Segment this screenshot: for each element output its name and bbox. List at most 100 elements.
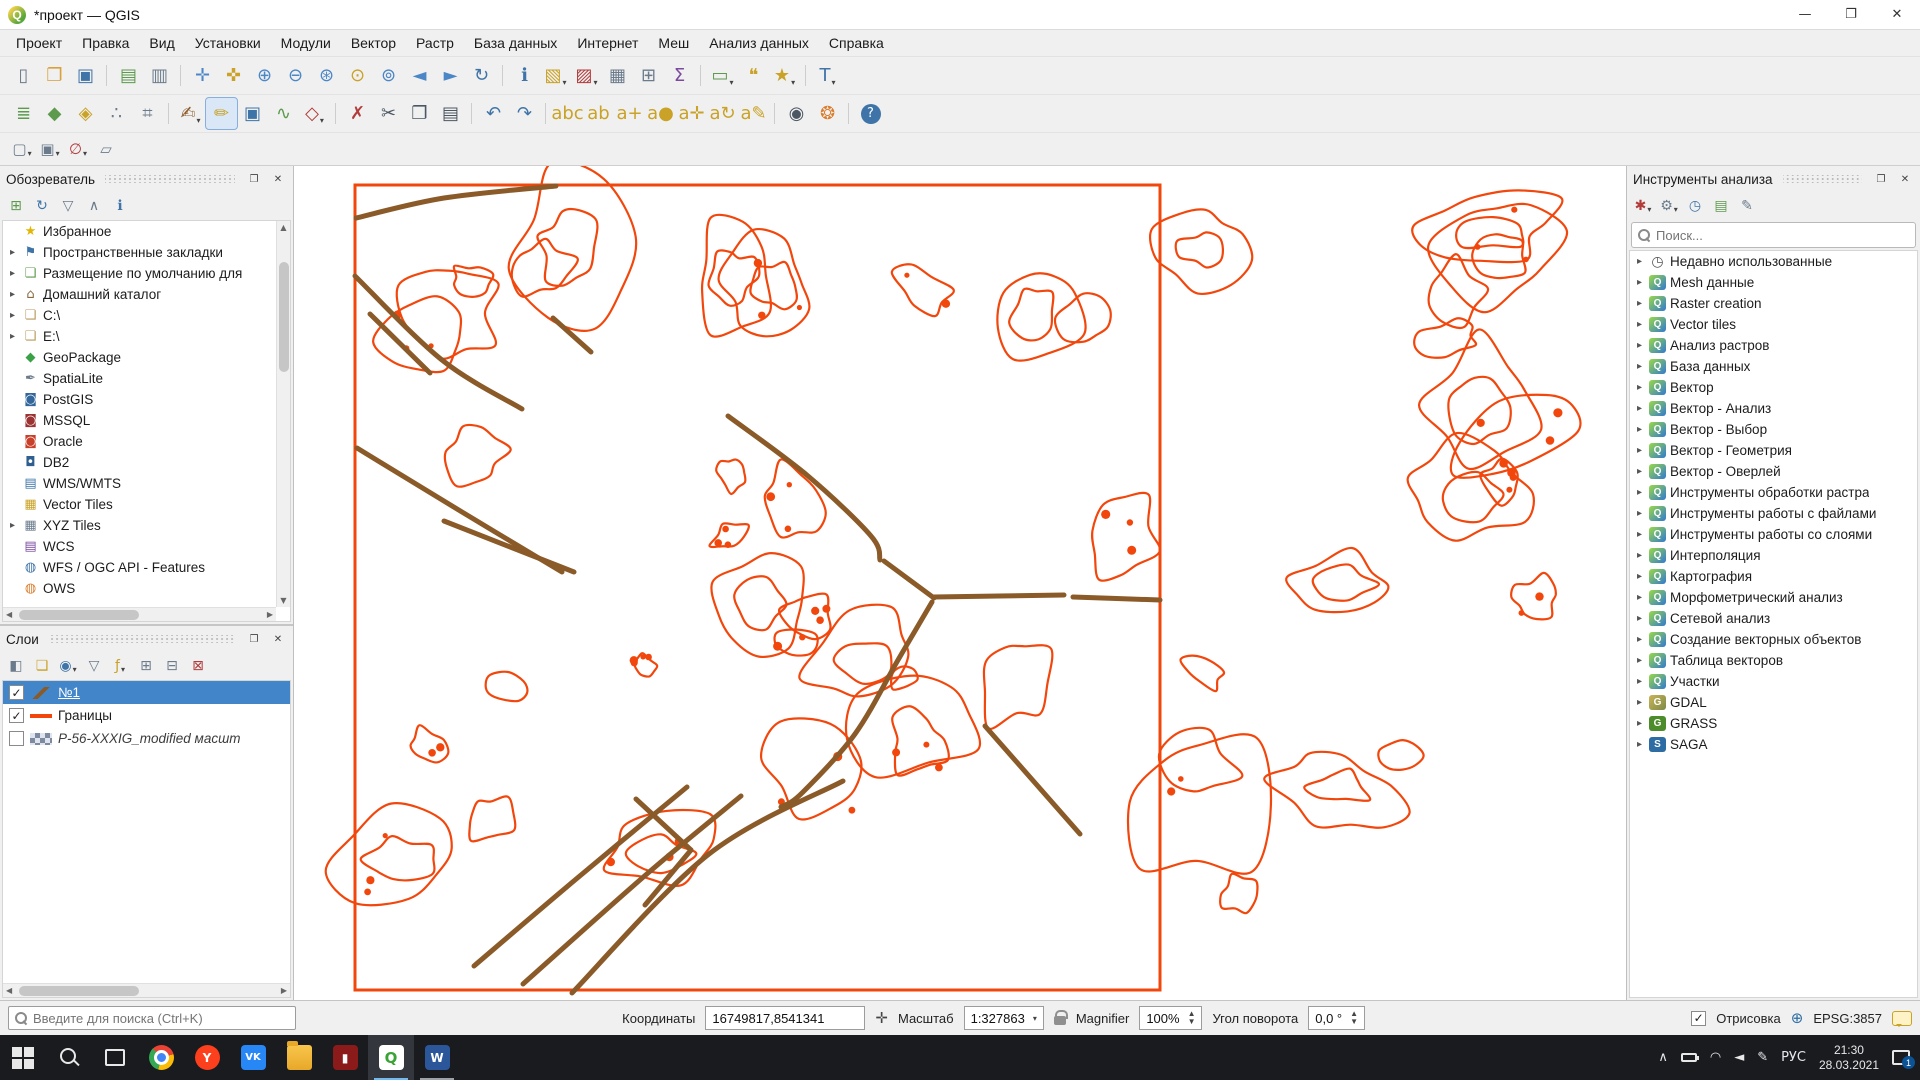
cut-features-button[interactable]: ✂: [373, 98, 404, 129]
pan-to-selection-button[interactable]: ✜: [218, 60, 249, 91]
toolbox-item-vector-selection[interactable]: ▸ Q Вектор - Выбор: [1630, 419, 1917, 440]
browser-item-spatialite[interactable]: ▸ ✒ SpatiaLite: [3, 368, 276, 389]
toolbox-item-grass[interactable]: ▸ G GRASS: [1630, 713, 1917, 734]
remove-layer-button[interactable]: ⊠: [186, 654, 210, 678]
new-geopackage-layer-button[interactable]: ◆: [39, 98, 70, 129]
browser-item-spatial-bookmarks[interactable]: ▸ ⚑ Пространственные закладки: [3, 242, 276, 263]
identify-features-button[interactable]: ℹ: [509, 60, 540, 91]
layers-horizontal-scrollbar[interactable]: ◀ ▶: [3, 983, 290, 997]
refresh-map-button[interactable]: ↻: [466, 60, 497, 91]
scale-combobox[interactable]: 1:327863 ▾: [964, 1006, 1044, 1030]
toolbox-item-vector-tiles[interactable]: ▸ Q Vector tiles: [1630, 314, 1917, 335]
menu-raster[interactable]: Растр: [406, 30, 464, 56]
toolbox-item-raster-analysis[interactable]: ▸ Q Анализ растров: [1630, 335, 1917, 356]
browser-item-favorites[interactable]: ▸ ★ Избранное: [3, 221, 276, 242]
new-print-layout-button[interactable]: ▤: [113, 60, 144, 91]
toolbox-item-vector-creation[interactable]: ▸ Q Создание векторных объектов: [1630, 629, 1917, 650]
browser-item-project-home[interactable]: ▸ ❏ Размещение по умолчанию для: [3, 263, 276, 284]
browser-item-oracle[interactable]: ▸ ◙ Oracle: [3, 431, 276, 452]
chevron-down-icon[interactable]: ▾: [1033, 1014, 1037, 1023]
taskbar-redapp-button[interactable]: ▮: [322, 1035, 368, 1080]
browser-close-button[interactable]: ✕: [269, 170, 287, 188]
menu-help[interactable]: Справка: [819, 30, 894, 56]
new-map-view-button[interactable]: ▱: [92, 136, 120, 162]
browser-item-wcs[interactable]: ▸ ▤ WCS: [3, 536, 276, 557]
expand-arrow-icon[interactable]: ▸: [1634, 550, 1645, 561]
toolbox-item-interpolation[interactable]: ▸ Q Интерполяция: [1630, 545, 1917, 566]
maximize-button[interactable]: ❐: [1828, 0, 1874, 29]
browser-properties-button[interactable]: ℹ: [108, 194, 132, 218]
toggle-editing-button[interactable]: ✏: [206, 98, 237, 129]
expand-arrow-icon[interactable]: ▸: [1634, 508, 1645, 519]
toolbox-item-vector[interactable]: ▸ Q Вектор: [1630, 377, 1917, 398]
menu-vector[interactable]: Вектор: [341, 30, 406, 56]
scroll-right-icon[interactable]: ▶: [264, 610, 276, 619]
browser-refresh-button[interactable]: ↻: [30, 194, 54, 218]
toolbox-item-recent[interactable]: ▸ ◷ Недавно использованные: [1630, 251, 1917, 272]
map-tips-button[interactable]: ❝: [738, 60, 769, 91]
browser-item-wms[interactable]: ▸ ▤ WMS/WMTS: [3, 473, 276, 494]
toolbox-item-vector-table[interactable]: ▸ Q Таблица векторов: [1630, 650, 1917, 671]
expand-arrow-icon[interactable]: ▸: [1634, 634, 1645, 645]
clock[interactable]: 21:30 28.03.2021: [1819, 1043, 1879, 1073]
panel-drag-handle[interactable]: [1783, 175, 1862, 183]
browser-item-ows[interactable]: ▸ ◍ OWS: [3, 578, 276, 599]
layers-close-button[interactable]: ✕: [269, 630, 287, 648]
expand-all-button[interactable]: ⊞: [134, 654, 158, 678]
toolbox-item-database[interactable]: ▸ Q База данных: [1630, 356, 1917, 377]
toolbox-results-button[interactable]: ▤: [1709, 194, 1733, 218]
add-group-button[interactable]: ❏: [30, 654, 54, 678]
taskbar-explorer-button[interactable]: [276, 1035, 322, 1080]
browser-filter-button[interactable]: ▽: [56, 194, 80, 218]
expand-arrow-icon[interactable]: ▸: [1634, 319, 1645, 330]
zoom-to-layer-button[interactable]: ⊚: [373, 60, 404, 91]
scroll-left-icon[interactable]: ◀: [3, 610, 15, 619]
new-virtual-layer-button[interactable]: ∴: [101, 98, 132, 129]
select-by-value-button[interactable]: ▣ ▾: [36, 136, 64, 162]
toolbox-item-vector-overlay[interactable]: ▸ Q Вектор - Оверлей: [1630, 461, 1917, 482]
open-attribute-table-button[interactable]: ▦: [602, 60, 633, 91]
browser-item-vector-tiles[interactable]: ▸ ▦ Vector Tiles: [3, 494, 276, 515]
toolbox-options-button[interactable]: ✎: [1735, 194, 1759, 218]
toolbox-search-input[interactable]: [1656, 228, 1909, 243]
filter-expression-button[interactable]: ƒ ▾: [108, 654, 132, 678]
zoom-to-selection-button[interactable]: ⊙: [342, 60, 373, 91]
toolbox-search[interactable]: [1631, 222, 1916, 248]
toolbox-item-saga[interactable]: ▸ S SAGA: [1630, 734, 1917, 755]
toolbox-item-file-tools[interactable]: ▸ Q Инструменты работы с файлами: [1630, 503, 1917, 524]
globe-plugin-button[interactable]: ❂: [812, 98, 843, 129]
scroll-left-icon[interactable]: ◀: [3, 986, 15, 995]
taskbar-start-button[interactable]: [0, 1035, 46, 1080]
browser-item-mssql[interactable]: ▸ ◙ MSSQL: [3, 410, 276, 431]
layer-labeling-button[interactable]: abc: [552, 98, 583, 129]
menu-database[interactable]: База данных: [464, 30, 567, 56]
browser-item-wfs[interactable]: ▸ ◍ WFS / OGC API - Features: [3, 557, 276, 578]
scroll-down-icon[interactable]: ▼: [280, 594, 286, 607]
layout-manager-button[interactable]: ▥: [144, 60, 175, 91]
browser-vertical-scrollbar[interactable]: ▲ ▼: [276, 221, 290, 607]
paste-features-button[interactable]: ▤: [435, 98, 466, 129]
rotation-spinbox[interactable]: 0,0 ° ▲▼: [1308, 1006, 1365, 1030]
pen-icon[interactable]: ✎: [1757, 1050, 1768, 1065]
new-project-button[interactable]: ▯: [8, 60, 39, 91]
menu-plugins[interactable]: Модули: [271, 30, 341, 56]
browser-collapse-all-button[interactable]: ∧: [82, 194, 106, 218]
scrollbar-thumb[interactable]: [19, 986, 139, 996]
expand-arrow-icon[interactable]: ▸: [1634, 361, 1645, 372]
taskbar-qgis-button[interactable]: Q: [368, 1035, 414, 1080]
delete-selected-button[interactable]: ✗: [342, 98, 373, 129]
menu-project[interactable]: Проект: [6, 30, 72, 56]
scale-lock-icon[interactable]: [1054, 1016, 1066, 1025]
expand-arrow-icon[interactable]: ▸: [1634, 298, 1645, 309]
zoom-next-button[interactable]: ►: [435, 60, 466, 91]
search-plugin-button[interactable]: ◉: [781, 98, 812, 129]
pin-labels-button[interactable]: a+: [614, 98, 645, 129]
expand-arrow-icon[interactable]: ▸: [1634, 277, 1645, 288]
data-source-manager-button[interactable]: ≣: [8, 98, 39, 129]
minimize-button[interactable]: —: [1782, 0, 1828, 29]
crs-globe-icon[interactable]: ⊕: [1791, 1009, 1804, 1027]
browser-item-geopackage[interactable]: ▸ ◆ GeoPackage: [3, 347, 276, 368]
rotate-label-button[interactable]: a↻: [707, 98, 738, 129]
menu-edit[interactable]: Правка: [72, 30, 139, 56]
toolbox-item-vector-geometry[interactable]: ▸ Q Вектор - Геометрия: [1630, 440, 1917, 461]
